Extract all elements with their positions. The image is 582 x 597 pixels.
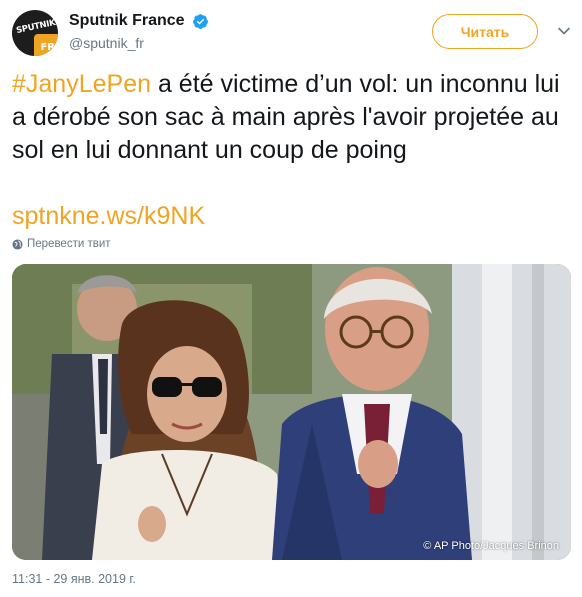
tweet-photo[interactable]: © AP Photo/Jacques Brinon: [12, 264, 571, 560]
short-link[interactable]: sptnkne.ws/k9NK: [12, 202, 205, 230]
tweet-text: #JanyLePen a été victime d’un vol: un in…: [12, 68, 574, 167]
follow-button[interactable]: Читать: [432, 14, 538, 49]
translate-tweet[interactable]: Перевести твит: [12, 238, 111, 250]
account-handle[interactable]: @sputnik_fr: [69, 35, 209, 51]
verified-badge-icon: [193, 13, 208, 29]
tweet-timestamp[interactable]: 11:31 - 29 янв. 2019 г.: [12, 572, 136, 586]
photo-scene: [12, 264, 571, 560]
avatar[interactable]: SPUTNIK FR: [12, 10, 58, 56]
globe-icon: [12, 238, 23, 250]
display-name[interactable]: Sputnik France: [69, 12, 185, 30]
chevron-down-icon[interactable]: [557, 24, 571, 38]
translate-label: Перевести твит: [27, 238, 111, 250]
tweet-link-line: sptnkne.ws/k9NK: [12, 200, 205, 233]
account-names: Sputnik France @sputnik_fr: [69, 12, 209, 51]
avatar-badge-text: FR: [40, 42, 55, 53]
hashtag-link[interactable]: #JanyLePen: [12, 70, 151, 98]
tweet-header: SPUTNIK FR Sputnik France @sputnik_fr Чи…: [12, 8, 570, 60]
photo-credit: © AP Photo/Jacques Brinon: [423, 540, 559, 552]
